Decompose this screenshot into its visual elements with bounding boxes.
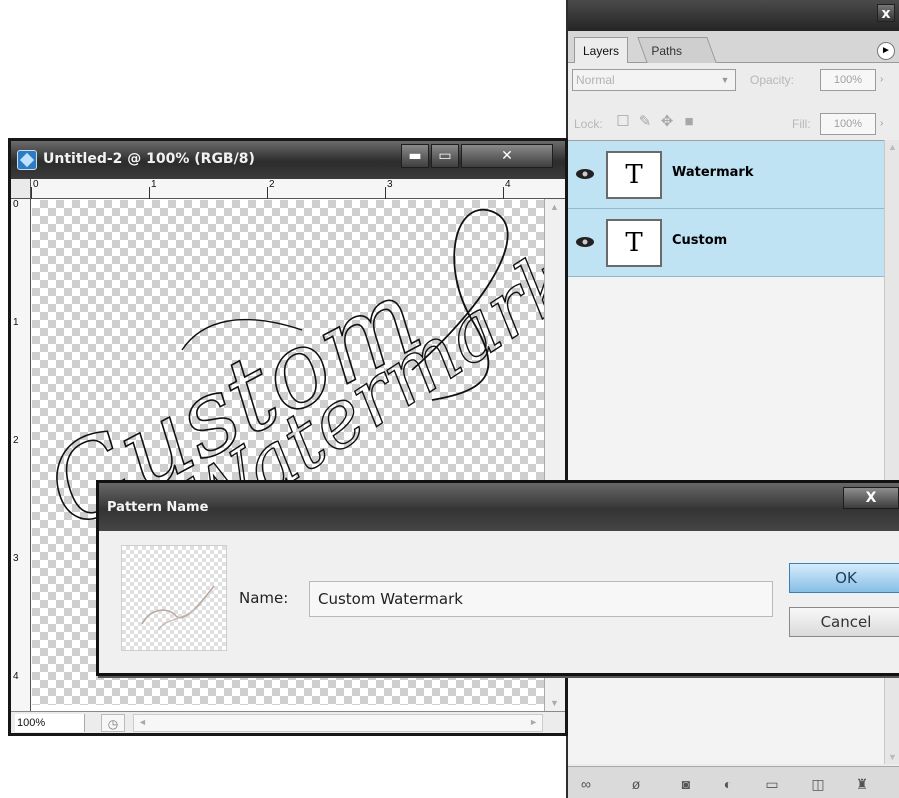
fill-label: Fill: (792, 117, 811, 131)
layers-panel: x Layers Paths ► Normal ▼ Opacity: 100% … (566, 0, 899, 798)
ok-button[interactable]: OK (789, 563, 899, 593)
link-icon[interactable]: ∞ (576, 775, 596, 793)
layers-panel-close-button[interactable]: x (877, 4, 895, 22)
scroll-up-icon[interactable]: ▲ (550, 202, 559, 212)
pattern-preview (121, 545, 227, 651)
ruler-tick (31, 187, 32, 199)
blend-mode-value: Normal (576, 73, 615, 87)
minimize-button[interactable]: ▬ (401, 144, 429, 168)
cancel-button[interactable]: Cancel (789, 607, 899, 637)
layers-panel-bottom-bar: ∞ ø ◙ ◐ ▭ ◫ ♜ (568, 766, 899, 798)
mask-icon[interactable]: ◙ (676, 775, 696, 793)
tab-layers[interactable]: Layers (574, 37, 629, 63)
lock-options-row: Lock: ☐ ✎ ✥ ■ Fill: 100% › (568, 108, 899, 142)
fill-slider-arrow-icon[interactable]: › (880, 113, 890, 135)
ruler-number: 3 (13, 553, 19, 564)
tab-paths-label: Paths (651, 44, 683, 58)
photoshop-document-icon (17, 150, 37, 170)
ruler-number: 1 (13, 317, 19, 328)
scroll-left-icon[interactable]: ◄ (138, 717, 147, 727)
horizontal-scrollbar[interactable]: ◄ ► (133, 714, 543, 732)
scroll-up-icon[interactable]: ▲ (888, 142, 897, 152)
ruler-tick (385, 187, 386, 199)
layers-panel-titlebar[interactable]: x (568, 0, 899, 31)
document-titlebar[interactable]: Untitled-2 @ 100% (RGB/8) ▬ ▭ ✕ (11, 141, 565, 179)
scroll-down-icon[interactable]: ▼ (888, 752, 897, 762)
trash-icon[interactable]: ♜ (852, 775, 872, 793)
scroll-down-icon[interactable]: ▼ (550, 698, 559, 708)
blend-mode-select[interactable]: Normal ▼ (572, 69, 736, 91)
lock-all-icon[interactable]: ■ (680, 113, 698, 131)
opacity-label: Opacity: (750, 73, 795, 87)
lock-image-brush-icon[interactable]: ✎ (636, 113, 654, 131)
eye-icon[interactable] (574, 233, 596, 251)
ruler-origin[interactable] (11, 179, 31, 199)
text-layer-thumbnail: T (606, 151, 662, 199)
ruler-tick (267, 187, 268, 199)
adjustment-icon[interactable]: ◐ (718, 775, 738, 793)
ruler-number: 2 (13, 435, 19, 446)
scroll-right-icon[interactable]: ► (529, 717, 538, 727)
status-menu-icon[interactable]: ◷ (101, 714, 125, 732)
panel-menu-button[interactable]: ► (877, 42, 895, 60)
document-status-bar: 100% ◷ ◄ ► (11, 711, 565, 733)
dialog-titlebar[interactable]: Pattern Name X (99, 483, 899, 531)
pattern-name-dialog: Pattern Name X Name: Custom Watermark OK… (96, 480, 899, 676)
ruler-tick (149, 187, 150, 199)
ruler-number: 0 (33, 179, 39, 190)
chevron-down-icon: ▼ (720, 75, 730, 85)
dialog-title: Pattern Name (107, 500, 209, 515)
ruler-number: 2 (269, 179, 275, 190)
fill-field[interactable]: 100% (820, 113, 876, 135)
photoshop-workspace: x Layers Paths ► Normal ▼ Opacity: 100% … (0, 0, 899, 798)
ruler-horizontal[interactable]: 0 1 2 3 4 (31, 179, 565, 199)
pattern-preview-art (141, 585, 215, 631)
fx-icon[interactable]: ø (626, 775, 646, 793)
maximize-button[interactable]: ▭ (431, 144, 459, 168)
layer-row-custom[interactable]: T Custom (568, 209, 884, 277)
lock-label: Lock: (574, 117, 603, 131)
layer-name[interactable]: Custom (672, 233, 727, 248)
pattern-name-input[interactable]: Custom Watermark (309, 581, 773, 617)
ruler-number: 4 (505, 179, 511, 190)
dialog-close-button[interactable]: X (843, 487, 899, 509)
ruler-number: 4 (13, 671, 19, 682)
name-label: Name: (239, 589, 289, 607)
ruler-vertical[interactable]: 0 1 2 3 4 (11, 199, 31, 711)
close-button[interactable]: ✕ (461, 144, 553, 168)
eye-icon[interactable] (574, 165, 596, 183)
lock-position-move-icon[interactable]: ✥ (658, 113, 676, 131)
layer-row-watermark[interactable]: T Watermark (568, 141, 884, 209)
ruler-number: 3 (387, 179, 393, 190)
zoom-field[interactable]: 100% (15, 714, 85, 732)
text-layer-thumbnail: T (606, 219, 662, 267)
opacity-slider-arrow-icon[interactable]: › (880, 69, 890, 91)
folder-icon[interactable]: ▭ (762, 775, 782, 793)
document-title: Untitled-2 @ 100% (RGB/8) (43, 151, 255, 167)
layer-name[interactable]: Watermark (672, 165, 753, 180)
ruler-tick (503, 187, 504, 199)
ruler-number: 1 (151, 179, 157, 190)
ruler-number: 0 (13, 199, 19, 210)
blend-options-row: Normal ▼ Opacity: 100% › (568, 64, 899, 98)
tab-paths[interactable]: Paths (637, 37, 717, 63)
opacity-field[interactable]: 100% (820, 69, 876, 91)
new-layer-icon[interactable]: ◫ (808, 775, 828, 793)
lock-transparency-icon[interactable]: ☐ (614, 113, 632, 131)
layers-panel-tabs: Layers Paths ► (568, 31, 899, 63)
